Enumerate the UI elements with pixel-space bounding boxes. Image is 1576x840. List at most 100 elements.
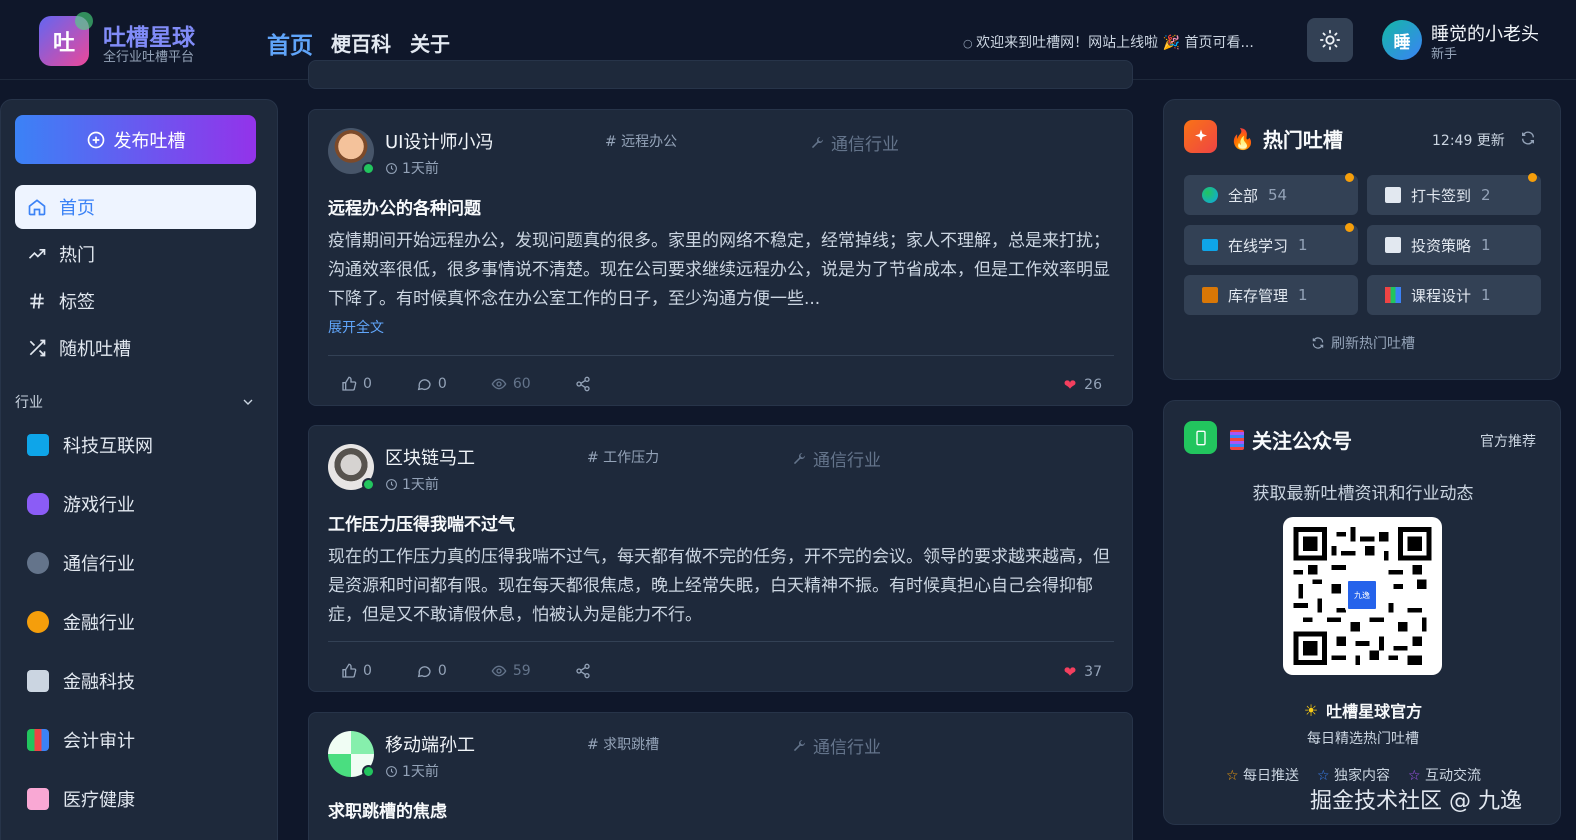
comment-button[interactable]: 0 [416,663,447,679]
heart-icon: ❤ [1063,376,1077,394]
hot-tile-all[interactable]: 全部 54 [1184,173,1358,215]
time-label: 1天前 [402,477,439,493]
sidebar-industry-tech[interactable]: 科技互联网 [27,425,257,465]
phone-icon [1184,421,1217,454]
sidebar-industry-health[interactable]: 医疗健康 [27,779,257,819]
user-level: 新手 [1431,47,1458,62]
feature-label: 互动交流 [1425,768,1482,784]
post-title[interactable]: 工作压力压得我喘不过气 [328,510,515,535]
heat-value: 26 [1084,377,1102,393]
post-card[interactable]: 移动端孙工 通信行业 # 求职跳槽 1天前 求职跳槽的焦虑 [308,712,1133,840]
feature-list: ☆ 每日推送 ☆ 独家内容 ☆ 互动交流 [1226,765,1481,785]
follow-account-panel: 关注公众号 官方推荐 获取最新吐槽资讯和行业动态 九逸 ☀ 吐槽星球官方 每日精… [1163,400,1561,825]
sidebar-item-home[interactable]: 首页 [15,185,256,229]
nav-about[interactable]: 关于 [410,28,450,57]
post-tag[interactable]: # 远程办公 [605,131,677,151]
refresh-label: 刷新热门吐槽 [1331,336,1415,352]
like-count: 0 [363,376,372,392]
watermark: 掘金技术社区 @ 九逸 [1310,789,1522,814]
post-card[interactable]: 区块链马工 通信行业 # 工作压力 1天前 工作压力压得我喘不过气 现在的工作压… [308,425,1133,692]
chart-up-icon [1385,187,1401,203]
tile-count: 1 [1298,286,1308,304]
laptop-icon [27,434,49,456]
post-author[interactable]: 移动端孙工 [385,731,475,757]
sidebar-industry-accounting[interactable]: 会计审计 [27,720,257,760]
like-button[interactable]: 0 [341,663,372,679]
post-title[interactable]: 远程办公的各种问题 [328,194,481,219]
site-logo[interactable]: 吐 [39,12,93,66]
sidebar-industry-finance[interactable]: 金融行业 [27,602,257,642]
user-avatar[interactable]: 睡 [1382,20,1422,60]
post-tag[interactable]: # 求职跳槽 [587,734,659,754]
online-indicator [362,765,375,778]
clock-icon [386,478,397,490]
hospital-icon [27,788,49,810]
like-button[interactable]: 0 [341,376,372,392]
post-body: 疫情期间开始远程办公，发现问题真的很多。家里的网络不稳定，经常掉线；家人不理解，… [328,231,1110,309]
post-industry[interactable]: 通信行业 [791,446,881,471]
industry-label: 金融行业 [63,613,135,634]
satellite-icon [27,552,49,574]
sidebar-industry-games[interactable]: 游戏行业 [27,484,257,524]
hot-tile-inventory[interactable]: 库存管理 1 [1184,275,1358,315]
post-card-partial [308,60,1133,89]
online-indicator [362,478,375,491]
sidebar-industry-fintech[interactable]: 金融科技 [27,661,257,701]
plus-circle-icon [87,131,104,148]
package-icon [1202,287,1218,303]
share-icon [576,376,590,392]
industry-label: 会计审计 [63,731,135,752]
sidebar-item-tags[interactable]: 标签 [15,279,256,323]
refresh-icon[interactable] [1520,130,1536,146]
sidebar-item-hot[interactable]: 热门 [15,232,256,276]
heart-icon: ❤ [1063,663,1077,681]
nav-meme-wiki[interactable]: 梗百科 [331,28,391,57]
shuffle-icon [29,339,46,357]
industry-label: 通信行业 [813,738,881,758]
sparkle-icon [1184,120,1217,153]
publish-button[interactable]: 发布吐槽 [15,115,256,164]
view-count-value: 60 [512,376,531,392]
wrench-icon [793,452,805,464]
post-tag[interactable]: # 工作压力 [587,447,659,467]
money-bag-icon [27,611,49,633]
post-card[interactable]: UI设计师小冯 通信行业 # 远程办公 1天前 远程办公的各种问题 疫情期间开始… [308,109,1133,406]
share-button[interactable] [575,663,591,679]
comment-count: 0 [437,376,447,392]
time-label: 1天前 [402,764,439,780]
wrench-icon [793,739,805,751]
nav-home[interactable]: 首页 [267,26,313,60]
sidebar-item-label: 首页 [59,198,95,219]
books-icon [1385,287,1401,303]
hot-tile-course-design[interactable]: 课程设计 1 [1367,275,1541,315]
industry-section-header[interactable]: 行业 [15,392,256,412]
hash-icon [30,293,44,309]
gamepad-icon [27,493,49,515]
announcement-marquee[interactable]: ○ 欢迎来到吐槽网！网站上线啦 🎉 首页可看... [963,32,1283,52]
post-industry[interactable]: 通信行业 [791,733,881,758]
refresh-hot-button[interactable]: 刷新热门吐槽 [1164,333,1562,353]
expand-link[interactable]: 展开全文 [328,317,384,337]
hot-tile-online-learning[interactable]: 在线学习 1 [1184,223,1358,265]
tile-label: 在线学习 [1228,236,1289,255]
share-button[interactable] [575,376,591,392]
post-title[interactable]: 求职跳槽的焦虑 [328,797,447,822]
post-author[interactable]: 区块链马工 [385,444,475,470]
comment-button[interactable]: 0 [416,376,447,392]
home-icon [28,199,46,216]
sidebar-industry-telecom[interactable]: 通信行业 [27,543,257,583]
qr-center-logo: 九逸 [1345,578,1379,612]
account-desc: 每日精选热门吐槽 [1307,731,1419,747]
post-time: 1天前 [385,761,439,781]
sidebar-item-random[interactable]: 随机吐槽 [15,326,256,370]
hot-tile-checkin[interactable]: 打卡签到 2 [1367,173,1541,215]
hot-tile-investment[interactable]: 投资策略 1 [1367,225,1541,265]
chart-up-icon [1385,237,1401,253]
follow-title-text: 关注公众号 [1252,429,1352,453]
post-author[interactable]: UI设计师小冯 [385,128,493,154]
post-industry[interactable]: 通信行业 [809,130,899,155]
theme-toggle-button[interactable] [1307,18,1353,62]
bullet-icon: ○ [963,37,977,50]
chart-icon [27,729,49,751]
fire-icon: 🔥 [1230,126,1255,151]
